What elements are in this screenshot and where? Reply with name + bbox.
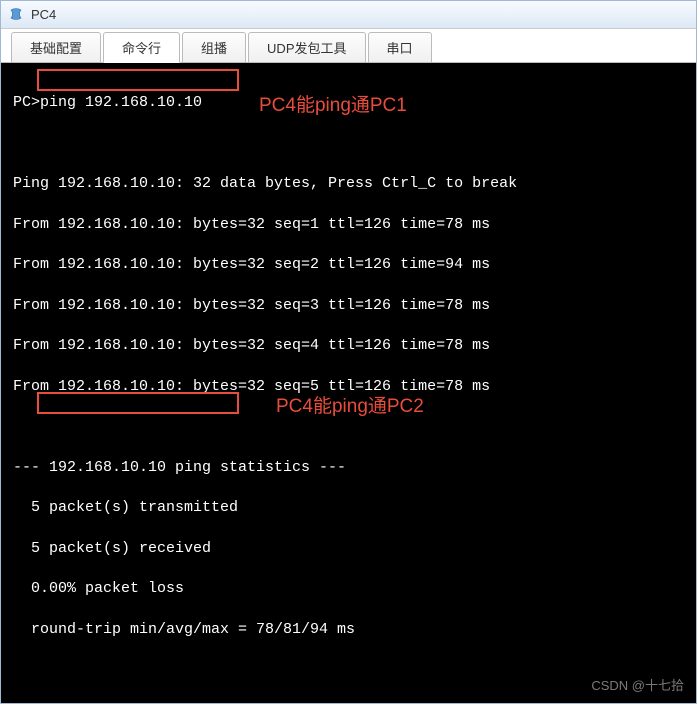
stats-1-1: 5 packet(s) transmitted — [13, 498, 684, 518]
stats-1-3: 0.00% packet loss — [13, 579, 684, 599]
out-1-0: Ping 192.168.10.10: 32 data bytes, Press… — [13, 174, 684, 194]
tab-command-line[interactable]: 命令行 — [103, 32, 180, 63]
tab-strip: 基础配置 命令行 组播 UDP发包工具 串口 — [1, 29, 696, 63]
window-title: PC4 — [31, 7, 56, 22]
app-icon — [7, 6, 25, 24]
app-window: PC4 基础配置 命令行 组播 UDP发包工具 串口 PC>ping 192.1… — [0, 0, 697, 704]
tab-serial[interactable]: 串口 — [368, 32, 432, 62]
out-1-3: From 192.168.10.10: bytes=32 seq=3 ttl=1… — [13, 296, 684, 316]
out-1-4: From 192.168.10.10: bytes=32 seq=4 ttl=1… — [13, 336, 684, 356]
command-1: ping 192.168.10.10 — [40, 94, 202, 111]
annotation-2: PC4能ping通PC2 — [276, 394, 424, 420]
prompt-line-2: PC>ping 192.168.11.11 — [13, 701, 684, 703]
watermark: CSDN @十七拾 — [591, 677, 684, 695]
stats-1-0: --- 192.168.10.10 ping statistics --- — [13, 458, 684, 478]
blank — [13, 134, 684, 154]
prompt-1: PC> — [13, 94, 40, 111]
out-1-2: From 192.168.10.10: bytes=32 seq=2 ttl=1… — [13, 255, 684, 275]
stats-1-4: round-trip min/avg/max = 78/81/94 ms — [13, 620, 684, 640]
blank — [13, 417, 684, 437]
highlight-box-1 — [37, 69, 239, 91]
stats-1-2: 5 packet(s) received — [13, 539, 684, 559]
tab-basic-config[interactable]: 基础配置 — [11, 32, 101, 62]
tab-udp-tool[interactable]: UDP发包工具 — [248, 32, 365, 62]
title-bar: PC4 — [1, 1, 696, 29]
out-1-1: From 192.168.10.10: bytes=32 seq=1 ttl=1… — [13, 215, 684, 235]
tab-multicast[interactable]: 组播 — [182, 32, 246, 62]
annotation-1: PC4能ping通PC1 — [259, 93, 407, 119]
blank — [13, 660, 684, 680]
terminal-panel[interactable]: PC>ping 192.168.10.10 Ping 192.168.10.10… — [1, 63, 696, 703]
prompt-2: PC> — [13, 702, 40, 703]
command-2: ping 192.168.11.11 — [40, 702, 202, 703]
